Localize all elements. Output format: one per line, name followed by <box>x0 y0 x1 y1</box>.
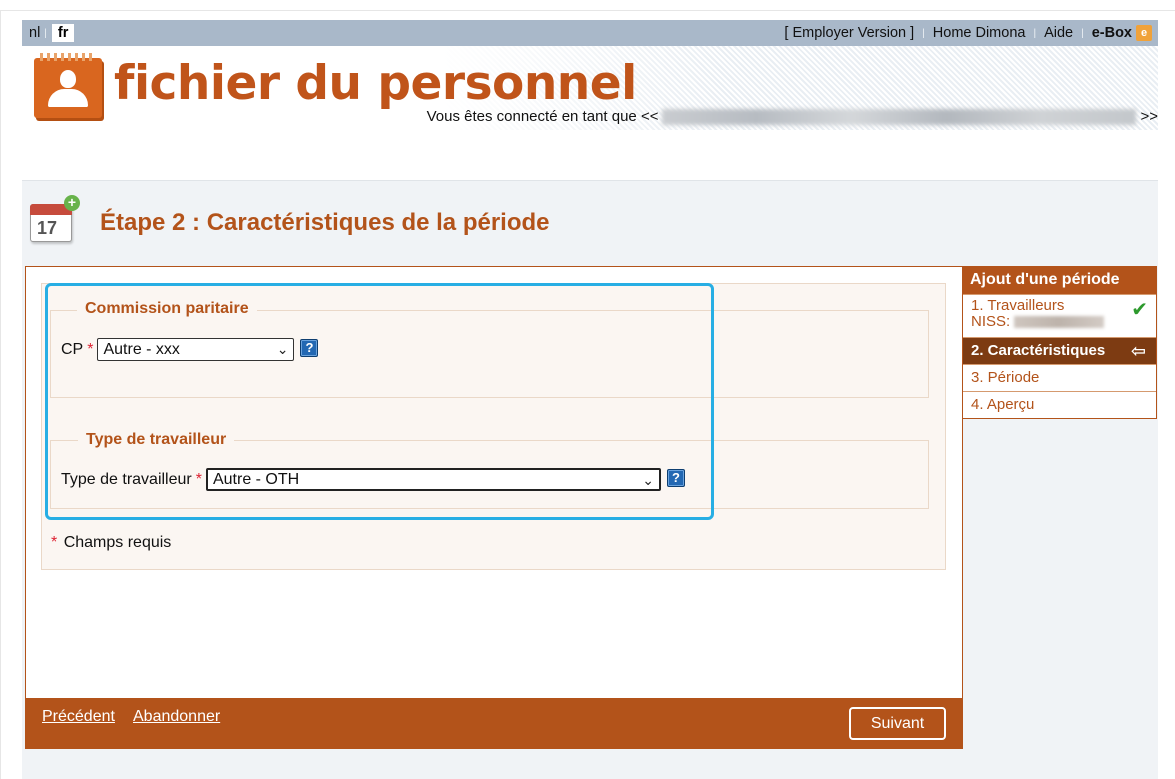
sidebar-item-label: 4. Aperçu <box>971 396 1035 413</box>
required-mark: * <box>195 470 202 488</box>
personnel-logo-icon <box>34 53 102 118</box>
required-mark: * <box>87 340 94 358</box>
connected-as: Vous êtes connecté en tant que << >> <box>427 108 1158 125</box>
niss-label: NISS: <box>971 313 1011 330</box>
required-fields-note: * Champs requis <box>51 534 171 552</box>
sidebar-item-periode[interactable]: 3. Période <box>963 364 1156 391</box>
calendar-add-icon: 17 + <box>28 195 80 243</box>
banner: fichier du personnel Vous êtes connecté … <box>22 46 1158 130</box>
sidebar-item-caracteristiques[interactable]: 2. Caractéristiques ⇦ <box>963 337 1156 364</box>
redacted-niss <box>1014 316 1105 329</box>
sidebar-item-label: 2. Caractéristiques <box>971 342 1106 359</box>
abandon-link[interactable]: Abandonner <box>133 708 220 726</box>
step-header: 17 + Étape 2 : Caractéristiques de la pé… <box>28 195 550 243</box>
next-button[interactable]: Suivant <box>849 707 946 740</box>
separator: | <box>44 27 47 39</box>
worker-type-selected-value: Autre - OTH <box>212 471 300 488</box>
sidebar-title: Ajout d'une période <box>963 267 1156 294</box>
section-legend-worker-type: Type de travailleur <box>78 431 235 449</box>
employer-version-link[interactable]: [ Employer Version ] <box>776 25 922 41</box>
ebox-link[interactable]: e-Box <box>1084 25 1136 41</box>
sidebar-item-apercu[interactable]: 4. Aperçu <box>963 391 1156 418</box>
checkmark-icon: ✔ <box>1131 299 1148 321</box>
sidebar-item-label: 1. Travailleurs <box>971 297 1065 314</box>
calendar-day: 17 <box>37 218 58 238</box>
home-dimona-link[interactable]: Home Dimona <box>925 25 1034 41</box>
connected-prefix: Vous êtes connecté en tant que << <box>426 108 659 125</box>
aide-link[interactable]: Aide <box>1036 25 1081 41</box>
worker-type-label: Type de travailleur <box>61 470 192 488</box>
arrow-left-icon: ⇦ <box>1130 341 1146 361</box>
help-icon[interactable]: ? <box>666 468 685 487</box>
lang-nl-link[interactable]: nl <box>26 25 43 41</box>
connected-suffix: >> <box>1140 108 1158 125</box>
redacted-user <box>662 108 1137 125</box>
top-links: [ Employer Version ] | Home Dimona | Aid… <box>776 25 1158 41</box>
language-switcher: nl | fr <box>22 24 75 42</box>
app-title: fichier du personnel <box>114 56 637 111</box>
required-note-text: Champs requis <box>63 534 172 551</box>
worker-type-select[interactable]: Autre - OTH ⌄ <box>205 468 661 491</box>
cp-selected-value: Autre - xxx <box>103 341 180 358</box>
sidebar-item-label: 3. Période <box>971 369 1040 386</box>
help-icon[interactable]: ? <box>300 338 319 357</box>
step-sidebar: Ajout d'une période 1. Travailleurs NISS… <box>962 266 1157 419</box>
worker-type-field-row: Type de travailleur * Autre - OTH ⌄ ? <box>61 468 685 491</box>
ebox-icon[interactable]: e <box>1136 25 1152 41</box>
top-bar: nl | fr [ Employer Version ] | Home Dimo… <box>22 20 1158 46</box>
chevron-down-icon: ⌄ <box>642 472 654 488</box>
page-title: Étape 2 : Caractéristiques de la période <box>100 209 550 236</box>
section-legend-commission: Commission paritaire <box>77 300 257 318</box>
cp-label: CP <box>61 340 84 358</box>
required-mark: * <box>51 534 58 551</box>
sidebar-item-travailleurs[interactable]: 1. Travailleurs NISS: ✔ <box>963 294 1156 337</box>
cp-field-row: CP * Autre - xxx ⌄ ? <box>61 338 319 361</box>
cp-select[interactable]: Autre - xxx ⌄ <box>97 338 295 361</box>
previous-link[interactable]: Précédent <box>42 708 115 726</box>
lang-fr-link[interactable]: fr <box>51 24 75 42</box>
chevron-down-icon: ⌄ <box>276 341 289 357</box>
